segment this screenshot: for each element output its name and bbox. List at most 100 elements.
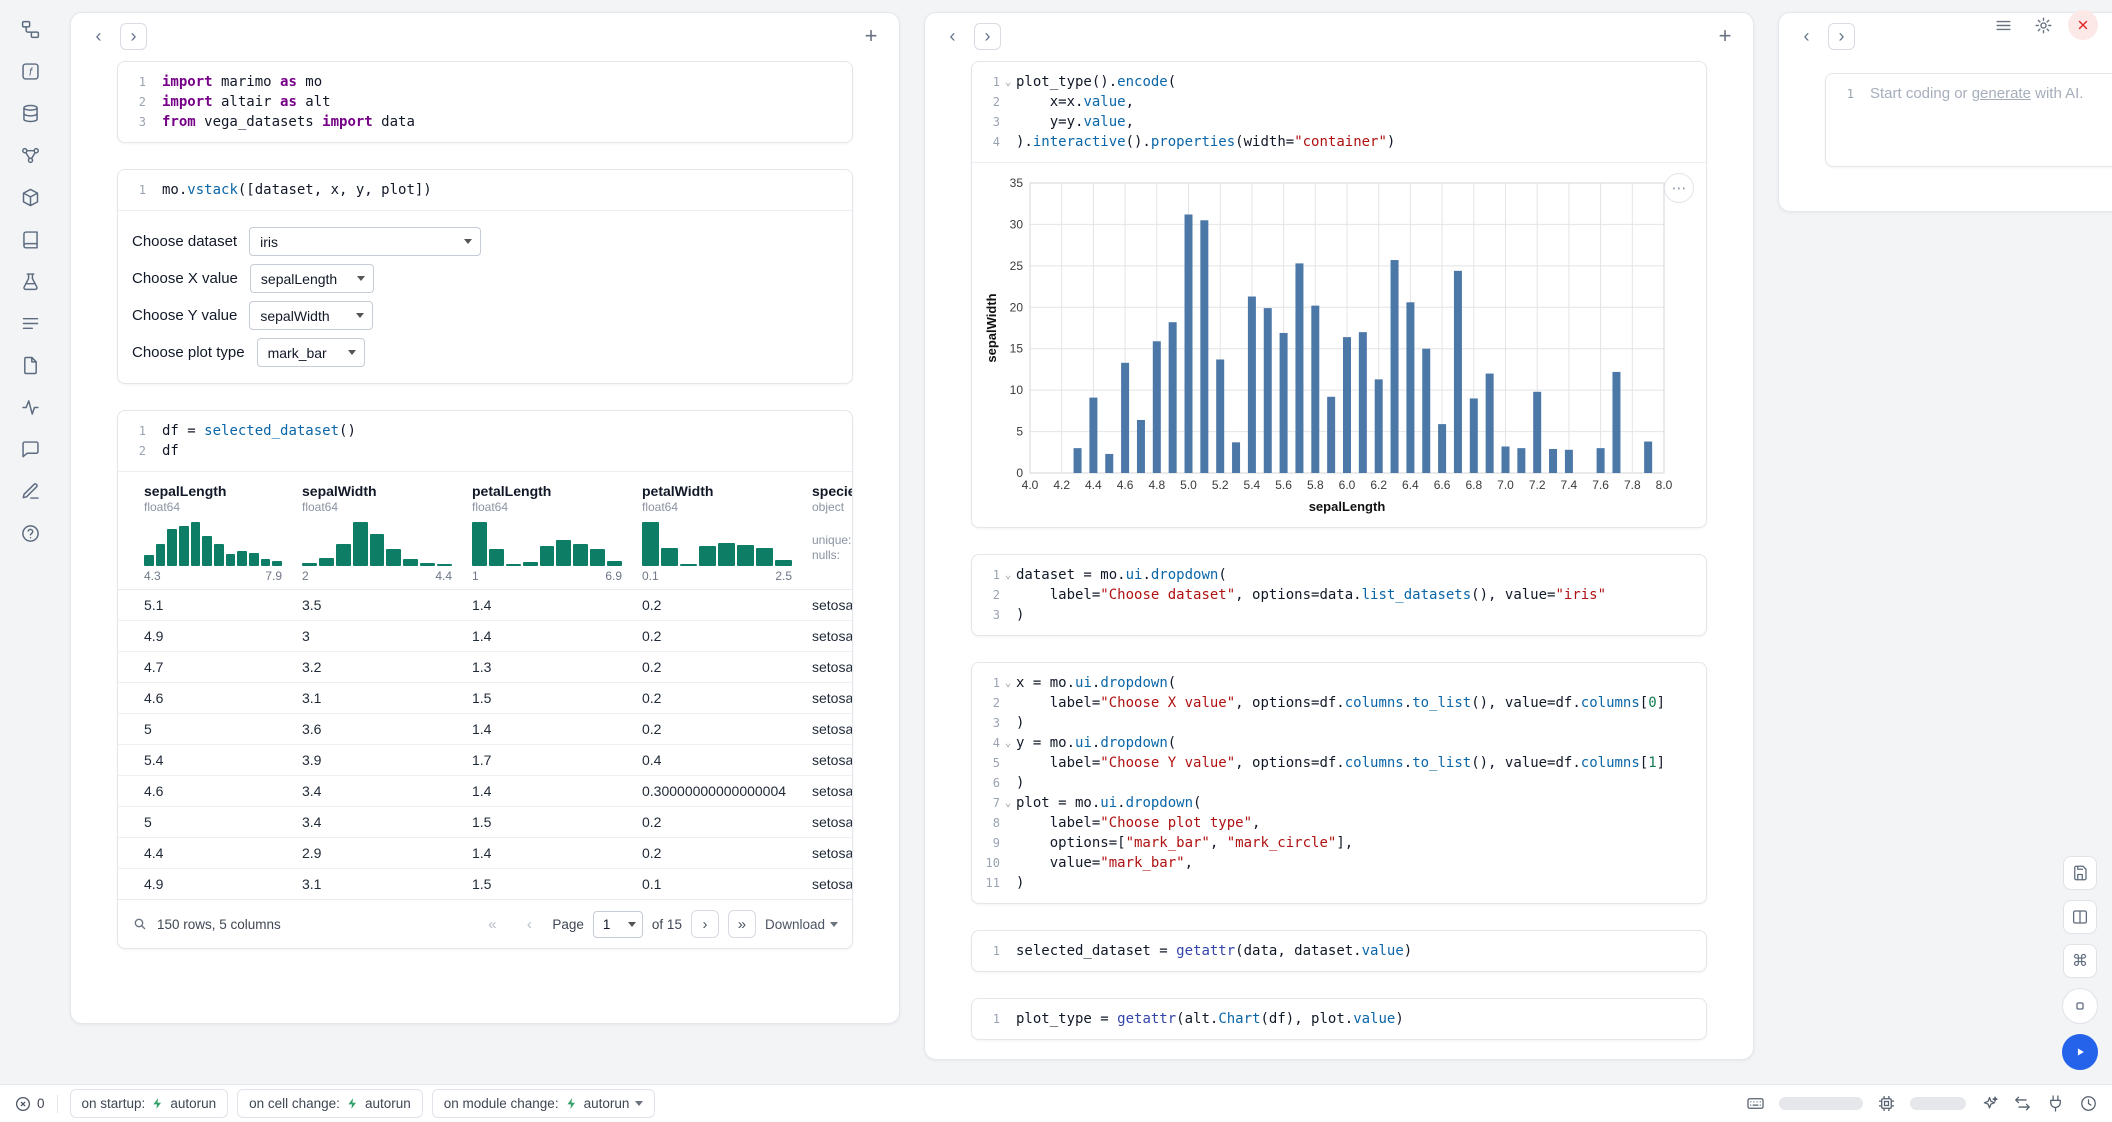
- datasources-icon[interactable]: [15, 98, 45, 128]
- fold-icon[interactable]: ⌄: [1000, 733, 1016, 753]
- column-scroll-left-button[interactable]: ‹: [1793, 23, 1820, 50]
- x-value-label: Choose X value: [132, 270, 238, 287]
- table-row[interactable]: 53.41.50.2setosa: [118, 807, 852, 838]
- column-header[interactable]: speciesobject: [798, 472, 852, 514]
- cell-plot-type: 1plot_type = getattr(alt.Chart(df), plot…: [971, 998, 1707, 1040]
- code-editor[interactable]: 1mo.vstack([dataset, x, y, plot]): [118, 170, 852, 210]
- memory-usage-meter[interactable]: [1910, 1097, 1966, 1110]
- svg-text:0: 0: [1016, 466, 1023, 480]
- packages-icon[interactable]: [15, 182, 45, 212]
- column-header[interactable]: petalWidthfloat64: [628, 472, 798, 514]
- column-histogram[interactable]: [472, 520, 622, 566]
- functions-icon[interactable]: f: [15, 56, 45, 86]
- code-editor[interactable]: 1⌄dataset = mo.ui.dropdown(2 label="Choo…: [972, 555, 1706, 635]
- table-row[interactable]: 4.931.40.2setosa: [118, 621, 852, 652]
- first-page-button[interactable]: «: [478, 910, 506, 938]
- column-scroll-left-button[interactable]: ‹: [939, 23, 966, 50]
- zap-icon: [565, 1097, 578, 1110]
- keyboard-shortcuts-icon[interactable]: [1746, 1094, 1765, 1113]
- table-row[interactable]: 5.43.91.70.4setosa: [118, 745, 852, 776]
- menu-icon[interactable]: [1988, 10, 2018, 40]
- column-scroll-right-button[interactable]: ›: [120, 23, 147, 50]
- column-histogram[interactable]: [642, 520, 792, 566]
- zap-icon: [151, 1097, 164, 1110]
- scratchpad-icon[interactable]: [15, 266, 45, 296]
- code-editor[interactable]: 1⌄plot_type().encode(2 x=x.value,3 y=y.v…: [972, 62, 1706, 162]
- on-startup-config-button[interactable]: on startup: autorun: [70, 1089, 229, 1118]
- dataset-select[interactable]: iris: [249, 227, 481, 256]
- code-editor[interactable]: 1plot_type = getattr(alt.Chart(df), plot…: [972, 999, 1706, 1039]
- table-row[interactable]: 4.42.91.40.2setosa: [118, 838, 852, 869]
- documentation-icon[interactable]: [15, 224, 45, 254]
- next-page-button[interactable]: ›: [691, 910, 719, 938]
- fold-icon[interactable]: ⌄: [1000, 72, 1016, 92]
- errors-badge[interactable]: 0: [14, 1095, 45, 1113]
- table-row[interactable]: 4.73.21.30.2setosa: [118, 652, 852, 683]
- column-histogram[interactable]: [302, 520, 452, 566]
- svg-text:4.4: 4.4: [1085, 478, 1102, 492]
- column-scroll-right-button[interactable]: ›: [974, 23, 1001, 50]
- code-editor[interactable]: 1df = selected_dataset()2df: [118, 411, 852, 471]
- column-histogram[interactable]: [144, 520, 282, 566]
- fold-icon[interactable]: ⌄: [1000, 793, 1016, 813]
- generate-ai-link[interactable]: generate: [1972, 85, 2031, 102]
- workflow-icon[interactable]: [15, 14, 45, 44]
- cell-imports: 1import marimo as mo2import altair as al…: [117, 61, 853, 143]
- column-header[interactable]: petalLengthfloat64: [458, 472, 628, 514]
- chart-options-icon[interactable]: ⋯: [1664, 173, 1694, 203]
- code-editor[interactable]: 1selected_dataset = getattr(data, datase…: [972, 931, 1706, 971]
- table-row[interactable]: 53.61.40.2setosa: [118, 714, 852, 745]
- plot-type-select[interactable]: mark_bar: [257, 338, 365, 367]
- shutdown-icon[interactable]: [2068, 10, 2098, 40]
- plug-icon[interactable]: [2046, 1094, 2065, 1113]
- altair-bar-chart[interactable]: 4.04.24.44.64.85.05.25.45.65.86.06.26.46…: [984, 173, 1694, 519]
- scratch-code-input[interactable]: Start coding or generate with AI.: [1870, 84, 2112, 104]
- download-button[interactable]: Download: [765, 917, 838, 932]
- table-row[interactable]: 4.63.11.50.2setosa: [118, 683, 852, 714]
- layout-columns-icon[interactable]: [2063, 900, 2097, 934]
- outline-icon[interactable]: [15, 308, 45, 338]
- variables-icon[interactable]: [15, 140, 45, 170]
- memory-chip-icon[interactable]: [1877, 1094, 1896, 1113]
- table-row[interactable]: 5.13.51.40.2setosa: [118, 590, 852, 621]
- y-value-select[interactable]: sepalWidth: [249, 301, 373, 330]
- column-scroll-right-button[interactable]: ›: [1828, 23, 1855, 50]
- code-editor[interactable]: 1import marimo as mo2import altair as al…: [118, 62, 852, 142]
- fold-icon[interactable]: ⌄: [1000, 673, 1016, 693]
- svg-text:15: 15: [1010, 342, 1024, 356]
- command-palette-icon[interactable]: ⌘: [2063, 944, 2097, 978]
- code-editor[interactable]: 1⌄x = mo.ui.dropdown(2 label="Choose X v…: [972, 663, 1706, 903]
- cpu-usage-meter[interactable]: [1779, 1097, 1863, 1110]
- svg-text:7.4: 7.4: [1561, 478, 1578, 492]
- line-number: 1: [1826, 84, 1854, 104]
- tracing-icon[interactable]: [15, 392, 45, 422]
- add-cell-button[interactable]: +: [1711, 22, 1739, 50]
- add-cell-button[interactable]: +: [857, 22, 885, 50]
- sync-arrows-icon[interactable]: [2013, 1094, 2032, 1113]
- save-icon[interactable]: [2063, 856, 2097, 890]
- interrupt-icon[interactable]: [2062, 988, 2098, 1024]
- clock-icon[interactable]: [2079, 1094, 2098, 1113]
- snippets-icon[interactable]: [15, 476, 45, 506]
- on-module-change-config-button[interactable]: on module change: autorun: [432, 1089, 656, 1118]
- file-icon[interactable]: [15, 350, 45, 380]
- chat-icon[interactable]: [15, 434, 45, 464]
- column-header[interactable]: sepalWidthfloat64: [288, 472, 458, 514]
- last-page-button[interactable]: »: [728, 910, 756, 938]
- ai-sparkles-icon[interactable]: [1980, 1094, 1999, 1113]
- column-scroll-left-button[interactable]: ‹: [85, 23, 112, 50]
- circle-x-icon: [14, 1095, 32, 1113]
- search-icon[interactable]: [132, 916, 148, 932]
- settings-gear-icon[interactable]: [2028, 10, 2058, 40]
- column-header[interactable]: sepalLengthfloat64: [118, 472, 288, 514]
- svg-text:7.8: 7.8: [1624, 478, 1641, 492]
- x-value-select[interactable]: sepalLength: [250, 264, 374, 293]
- help-icon[interactable]: [15, 518, 45, 548]
- fold-icon[interactable]: ⌄: [1000, 565, 1016, 585]
- table-row[interactable]: 4.63.41.40.30000000000000004setosa: [118, 776, 852, 807]
- table-row[interactable]: 4.93.11.50.1setosa: [118, 869, 852, 900]
- on-cell-change-config-button[interactable]: on cell change: autorun: [237, 1089, 423, 1118]
- run-all-icon[interactable]: [2062, 1034, 2098, 1070]
- page-select[interactable]: 1: [593, 911, 643, 938]
- prev-page-button[interactable]: ‹: [515, 910, 543, 938]
